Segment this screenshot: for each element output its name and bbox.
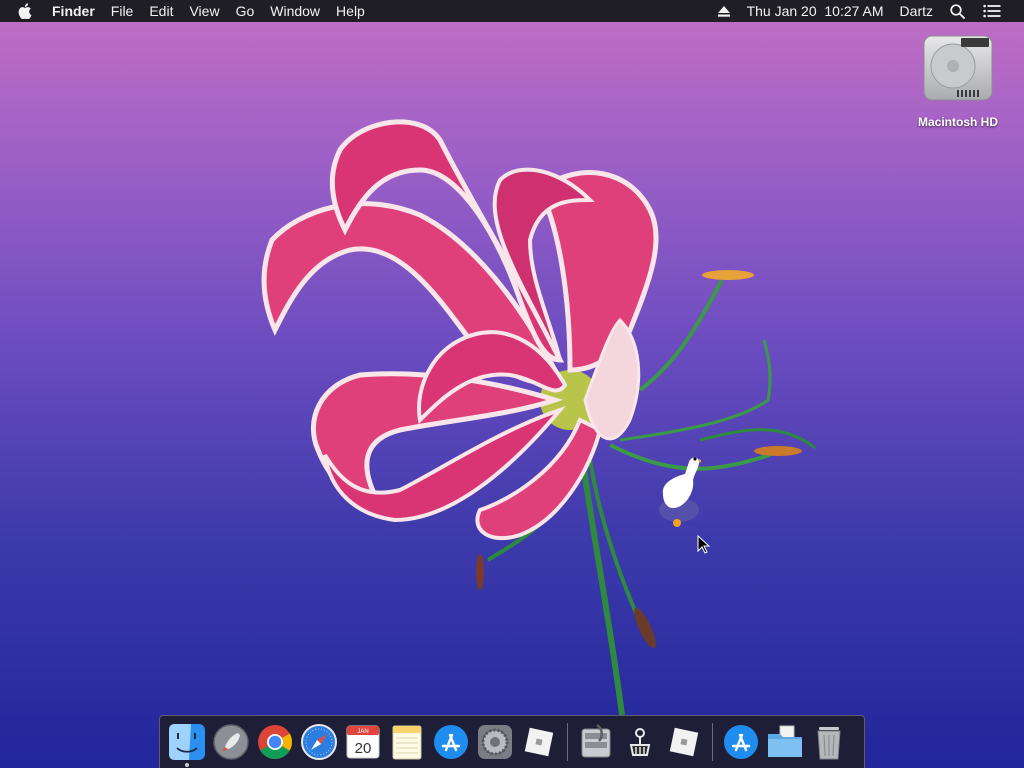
menu-window[interactable]: Window: [262, 0, 328, 22]
eject-icon[interactable]: [709, 0, 739, 22]
menu-file[interactable]: File: [103, 0, 142, 22]
menu-go[interactable]: Go: [228, 0, 263, 22]
hard-drive-icon: [921, 30, 995, 109]
spotlight-search-icon[interactable]: [941, 0, 974, 22]
menu-edit[interactable]: Edit: [141, 0, 181, 22]
dock-app-store[interactable]: [429, 720, 473, 764]
dock-separator: [567, 723, 568, 761]
roblox-icon: [669, 727, 699, 757]
running-indicator: [185, 763, 189, 767]
menu-bar: Finder File Edit View Go Window Help Thu…: [0, 0, 1024, 22]
apple-menu-icon[interactable]: [0, 0, 44, 22]
notification-center-icon[interactable]: [974, 0, 1010, 22]
menu-view[interactable]: View: [181, 0, 227, 22]
menu-clock[interactable]: Thu Jan 20 10:27 AM: [739, 0, 892, 22]
dock-roblox[interactable]: [517, 720, 561, 764]
dock-downloads-stack[interactable]: [763, 720, 807, 764]
system-preferences-icon: [478, 725, 512, 759]
dock-launchpad[interactable]: [209, 720, 253, 764]
menu-help[interactable]: Help: [328, 0, 373, 22]
dock-finder[interactable]: [165, 720, 209, 767]
dock-roblox-studio[interactable]: [662, 720, 706, 764]
calendar-day: 20: [355, 740, 372, 757]
launchpad-icon: [213, 724, 249, 760]
trash-icon: [817, 727, 841, 760]
wallpaper-flower: [261, 119, 816, 716]
dock-separator: [712, 723, 713, 761]
dock-safari[interactable]: [297, 720, 341, 764]
dock-applications-stack[interactable]: [719, 720, 763, 764]
app-store-icon: [724, 725, 758, 759]
desktop-goose[interactable]: [655, 448, 703, 535]
dock-notes[interactable]: [385, 720, 429, 764]
finder-icon: [169, 724, 205, 760]
dock-calendar[interactable]: JAN 20: [341, 720, 385, 764]
roblox-icon: [524, 727, 554, 757]
safari-icon: [301, 724, 337, 760]
chrome-icon: [258, 725, 292, 759]
notes-icon: [392, 725, 422, 760]
dock-system-preferences[interactable]: [473, 720, 517, 764]
dock-trash[interactable]: [807, 720, 851, 764]
dock: JAN 20: [159, 715, 865, 768]
menu-user[interactable]: Dartz: [892, 0, 941, 22]
dock-goose-app[interactable]: [618, 720, 662, 764]
disk-utility-icon: [581, 723, 611, 758]
goose-app-icon: [629, 728, 651, 756]
calendar-icon: JAN 20: [346, 725, 380, 759]
downloads-folder-icon: [768, 725, 802, 757]
desktop-icon-macintosh-hd[interactable]: Macintosh HD: [906, 30, 1010, 129]
app-store-icon: [434, 725, 468, 759]
calendar-month: JAN: [357, 729, 368, 735]
menu-app-name[interactable]: Finder: [44, 0, 103, 22]
desktop-icon-label: Macintosh HD: [917, 115, 998, 129]
dock-chrome[interactable]: [253, 720, 297, 764]
mouse-pointer-icon: [697, 534, 711, 559]
dock-disk-utility[interactable]: [574, 720, 618, 764]
